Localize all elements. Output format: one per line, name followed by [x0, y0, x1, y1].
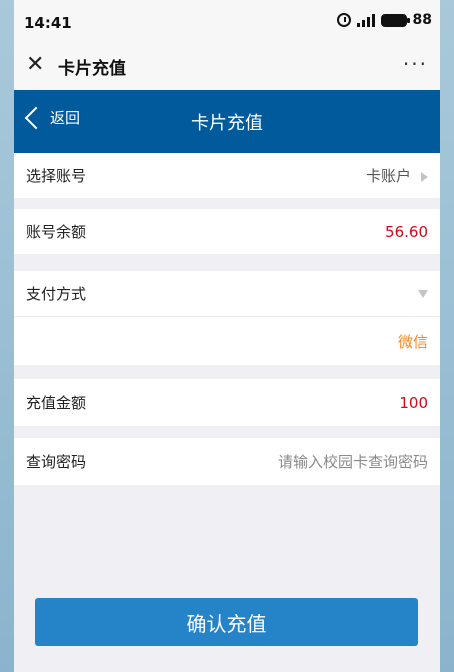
app-title-bar: ✕ 卡片充值 ··· — [14, 44, 440, 90]
confirm-recharge-button[interactable]: 确认充值 — [35, 598, 418, 646]
more-options-icon[interactable]: ··· — [403, 52, 428, 76]
payment-label: 支付方式 — [26, 285, 87, 303]
payment-value-row[interactable]: 微信 — [14, 317, 440, 365]
amount-value[interactable]: 100 — [399, 394, 428, 412]
password-label: 查询密码 — [26, 453, 87, 471]
status-time: 14:41 — [24, 14, 72, 32]
password-row[interactable]: 查询密码 请输入校园卡查询密码 — [14, 438, 440, 485]
battery-level: 88 — [412, 12, 432, 28]
payment-value: 微信 — [397, 332, 428, 351]
app-screen: 14:41 88 ✕ 卡片充值 ··· 返回 卡片充值 选择账号 卡账户 账号余… — [14, 0, 440, 672]
amount-row[interactable]: 充值金额 100 — [14, 379, 440, 426]
app-title: 卡片充值 — [58, 59, 126, 79]
signal-icon — [356, 13, 375, 27]
triangle-right-icon — [421, 171, 428, 182]
account-value-wrap: 卡账户 — [366, 165, 428, 186]
balance-value: 56.60 — [385, 222, 428, 241]
alarm-icon — [336, 13, 351, 27]
page-title: 卡片充值 — [191, 113, 263, 134]
page-header: 返回 卡片充值 — [14, 90, 440, 153]
screen-frame: 14:41 88 ✕ 卡片充值 ··· 返回 卡片充值 选择账号 卡账户 账号余… — [0, 0, 454, 672]
payment-method-row[interactable]: 支付方式 — [14, 271, 440, 316]
status-icons: 88 — [336, 12, 432, 28]
battery-icon — [380, 13, 410, 27]
status-bar: 14:41 88 — [14, 0, 440, 44]
account-label: 选择账号 — [26, 167, 87, 185]
account-value: 卡账户 — [365, 167, 411, 185]
balance-row: 账号余额 56.60 — [14, 209, 440, 254]
close-icon[interactable]: ✕ — [26, 54, 44, 76]
account-select-row[interactable]: 选择账号 卡账户 — [14, 153, 440, 198]
amount-label: 充值金额 — [26, 394, 87, 412]
balance-label: 账号余额 — [26, 223, 87, 241]
triangle-down-icon — [418, 289, 428, 298]
password-input[interactable]: 请输入校园卡查询密码 — [278, 451, 428, 472]
